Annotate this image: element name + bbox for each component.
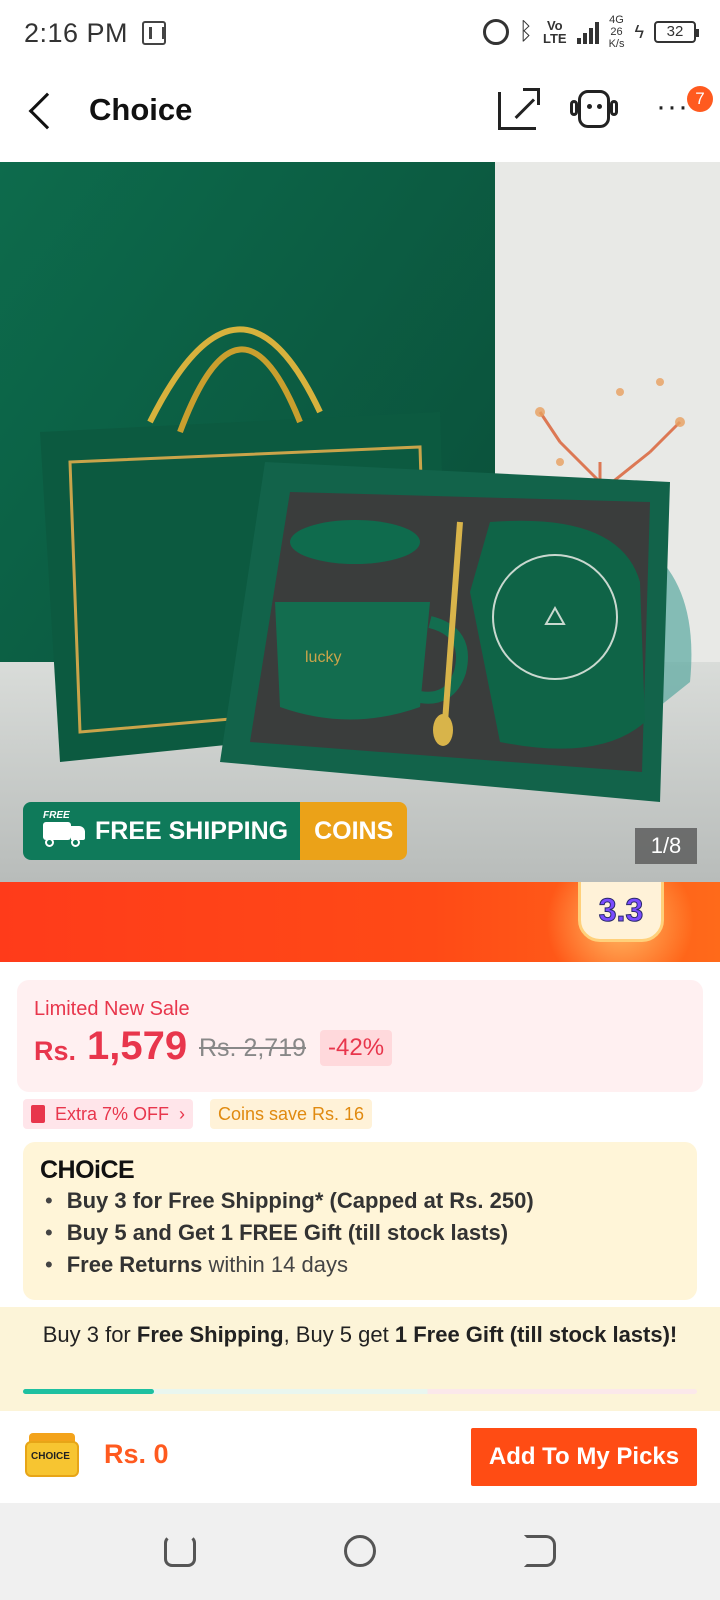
promo-banner: FREE FREE SHIPPING COINS [23, 802, 408, 860]
original-price: Rs. 2,719 [199, 1034, 307, 1062]
image-page-indicator: 1/8 [635, 828, 697, 864]
event-badge: 3.3 [578, 882, 664, 942]
cup-print: lucky [305, 649, 341, 666]
bluetooth-icon: ᛒ [518, 18, 533, 45]
sim-card-icon [142, 21, 167, 45]
extra-discount-coupon[interactable]: Extra 7% OFF › [23, 1099, 194, 1129]
charging-icon: ϟ [634, 22, 644, 42]
top-nav: Choice ··· [0, 66, 720, 162]
back-icon[interactable] [28, 92, 66, 130]
choice-logo: CHOiCE [40, 1156, 135, 1184]
system-nav-bar [0, 1503, 720, 1600]
battery-icon: 32 [654, 21, 699, 43]
benefit-line: • Free Returns within 14 days [45, 1252, 348, 1277]
sale-label: Limited New Sale [34, 998, 190, 1020]
recent-apps-icon[interactable] [164, 1535, 196, 1567]
bottom-action-bar: CHOICE Rs. 0 Add To My Picks [0, 1411, 720, 1503]
status-time: 2:16 PM [24, 17, 129, 48]
free-shipping-badge: FREE FREE SHIPPING [23, 802, 301, 860]
add-to-picks-button[interactable]: Add To My Picks [471, 1428, 697, 1486]
page-title: Choice [89, 92, 193, 127]
shipping-promo-text: Buy 3 for Free Shipping, Buy 5 get 1 Fre… [42, 1322, 678, 1347]
status-icons: ᛒ Vo LTE 4G 26 K/s ϟ 32 [482, 14, 699, 50]
free-shipping-label: FREE SHIPPING [95, 816, 289, 845]
event-banner: 3.3 [0, 882, 720, 962]
speed-unit: K/s [608, 38, 625, 50]
price-currency: Rs. [34, 1036, 77, 1066]
choice-benefits-card[interactable]: CHOiCE • Buy 3 for Free Shipping* (Capped… [23, 1142, 697, 1300]
truck-tag: FREE [41, 810, 72, 821]
price-value: 1,579 [87, 1024, 188, 1068]
network-speed: 4G 26 K/s [609, 14, 625, 50]
extra-discount-label: Extra 7% OFF [55, 1104, 170, 1124]
status-bar: 2:16 PM ᛒ Vo LTE 4G 26 K/s ϟ 32 [0, 0, 720, 66]
benefit-line: • Buy 5 and Get 1 FREE Gift (till stock l… [45, 1220, 509, 1245]
network-gen: 4G [609, 14, 624, 26]
customer-service-icon[interactable] [570, 88, 618, 130]
coins-badge: COINS [300, 802, 408, 860]
share-icon[interactable] [498, 88, 540, 130]
product-image: lucky [0, 162, 720, 882]
benefit-line: • Buy 3 for Free Shipping* (Capped at Rs.… [45, 1188, 534, 1213]
speed-value: 26 [610, 26, 623, 38]
product-image-carousel[interactable]: lucky FREE FREE SHIPPING COINS 1/8 [0, 162, 720, 882]
alarm-icon [482, 19, 509, 45]
chevron-right-icon: › [179, 1104, 186, 1124]
coins-save-badge: Coins save Rs. 16 [210, 1099, 373, 1129]
more-icon[interactable]: ··· [656, 92, 689, 122]
cart-total: Rs. 0 [104, 1439, 169, 1469]
truck-icon: FREE [35, 810, 87, 847]
notification-badge: 7 [687, 86, 713, 112]
shipping-progress-panel: Buy 3 for Free Shipping, Buy 5 get 1 Fre… [0, 1307, 720, 1411]
cart-icon-label: CHOICE [31, 1451, 70, 1462]
home-icon[interactable] [344, 1535, 376, 1567]
price-card: Limited New Sale Rs. 1,579 Rs. 2,719 -42… [17, 980, 703, 1092]
shipping-progress-bar [23, 1389, 697, 1394]
system-back-icon[interactable] [524, 1535, 556, 1567]
choice-cart-icon[interactable]: CHOICE [25, 1431, 79, 1481]
signal-icon [576, 20, 599, 44]
discount-badge: -42% [320, 1030, 393, 1066]
shipping-progress-fill [23, 1389, 155, 1394]
volte-icon: Vo LTE [542, 18, 567, 46]
coupon-icon [31, 1105, 45, 1123]
